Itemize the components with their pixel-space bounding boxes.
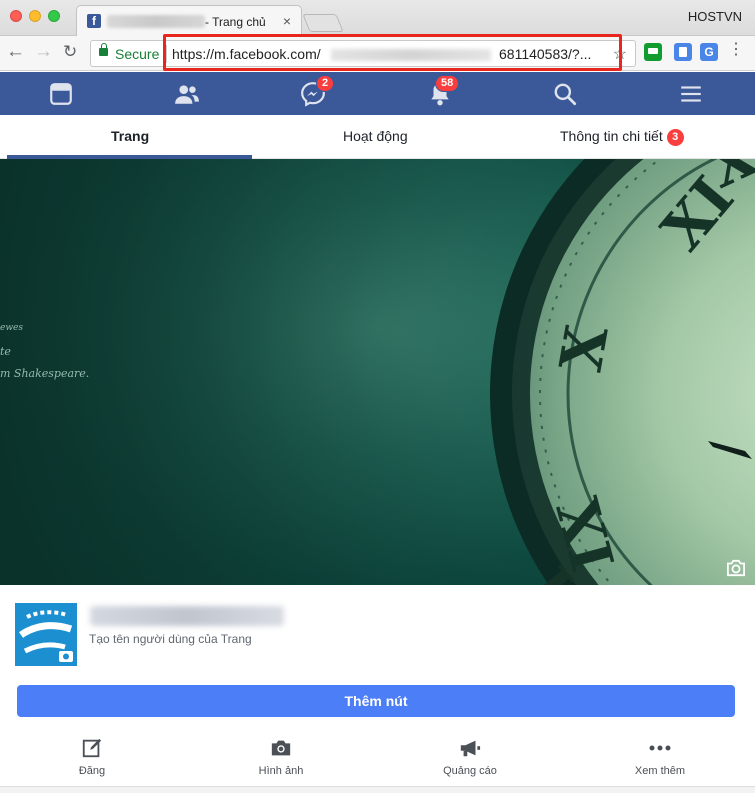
insights-count-badge: 3: [666, 129, 684, 146]
browser-menu-icon[interactable]: ⋮: [728, 42, 744, 61]
secure-label: Secure: [115, 46, 160, 62]
page-actions: Đăng Hình ảnh Quảng cáo Xem thêm: [0, 730, 755, 785]
edit-icon: [32, 736, 152, 760]
page-avatar[interactable]: [15, 603, 77, 666]
more-icon: [600, 736, 720, 760]
window-close-button[interactable]: [10, 10, 22, 22]
camera-icon: [221, 736, 341, 760]
post-action[interactable]: Đăng: [32, 736, 152, 777]
window-titlebar: f - Trang chủ × HOSTVN: [0, 0, 755, 37]
page-name-redacted: [90, 606, 284, 626]
new-tab-button[interactable]: [302, 14, 344, 32]
megaphone-icon: [410, 736, 530, 760]
lock-icon: [99, 43, 108, 56]
clock-image: XI X IX VIII XII: [0, 159, 755, 585]
tab-title: - Trang chủ: [205, 15, 266, 29]
more-action[interactable]: Xem thêm: [600, 736, 720, 777]
browser-tab[interactable]: f - Trang chủ ×: [76, 5, 302, 37]
reload-icon[interactable]: ↻: [63, 42, 77, 62]
more-label: Xem thêm: [634, 765, 686, 777]
news-feed-icon[interactable]: [48, 81, 74, 107]
page-logo-icon: [18, 610, 73, 662]
hamburger-menu-icon[interactable]: [678, 81, 704, 107]
post-label: Đăng: [78, 765, 106, 777]
notifications-bell-icon[interactable]: 58: [427, 75, 460, 107]
add-button-cta[interactable]: Thêm nút: [17, 685, 735, 717]
robot-extension-icon[interactable]: [644, 43, 662, 61]
cover-camera-icon[interactable]: [725, 559, 747, 577]
tab-hoat-dong[interactable]: Hoạt động: [343, 128, 408, 144]
tab-thong-tin-label: Thông tin chi tiết: [560, 128, 663, 144]
back-arrow-icon[interactable]: ←: [6, 41, 25, 63]
tab-title-redacted: [107, 15, 205, 28]
url-highlight-box: [163, 34, 622, 71]
facebook-nav-bar: 2 58: [0, 72, 755, 115]
ads-label: Quảng cáo: [443, 765, 497, 777]
window-maximize-button[interactable]: [48, 10, 60, 22]
ads-action[interactable]: Quảng cáo: [410, 736, 530, 777]
window-minimize-button[interactable]: [29, 10, 41, 22]
messenger-icon[interactable]: 2: [300, 75, 335, 107]
messages-badge: 2: [316, 75, 335, 92]
cover-quote-line-2: te: [0, 345, 11, 358]
tab-thong-tin-chi-tiet[interactable]: Thông tin chi tiết 3: [560, 128, 684, 146]
tab-close-icon[interactable]: ×: [283, 13, 291, 29]
image-extension-icon[interactable]: [674, 43, 692, 61]
profile-name[interactable]: HOSTVN: [688, 9, 742, 24]
notifications-badge: 58: [435, 75, 460, 92]
friends-icon[interactable]: [174, 81, 200, 107]
search-icon[interactable]: [552, 81, 578, 107]
bottom-divider: [0, 786, 755, 793]
cover-photo[interactable]: XI X IX VIII XII ewes te m Shakespeare.: [0, 159, 755, 585]
cover-quote-line-1: ewes: [0, 323, 23, 333]
google-translate-icon[interactable]: G: [700, 43, 718, 61]
photos-action[interactable]: Hình ảnh: [221, 736, 341, 777]
forward-arrow-icon[interactable]: →: [34, 41, 53, 63]
photos-label: Hình ảnh: [258, 765, 304, 777]
create-username-link[interactable]: Tạo tên người dùng của Trang: [89, 632, 252, 646]
page-tabs: Trang Hoạt động Thông tin chi tiết 3: [0, 115, 755, 159]
tab-trang[interactable]: Trang: [111, 128, 149, 144]
facebook-favicon-icon: f: [87, 14, 101, 28]
cover-quote-line-3: m Shakespeare.: [0, 367, 90, 380]
